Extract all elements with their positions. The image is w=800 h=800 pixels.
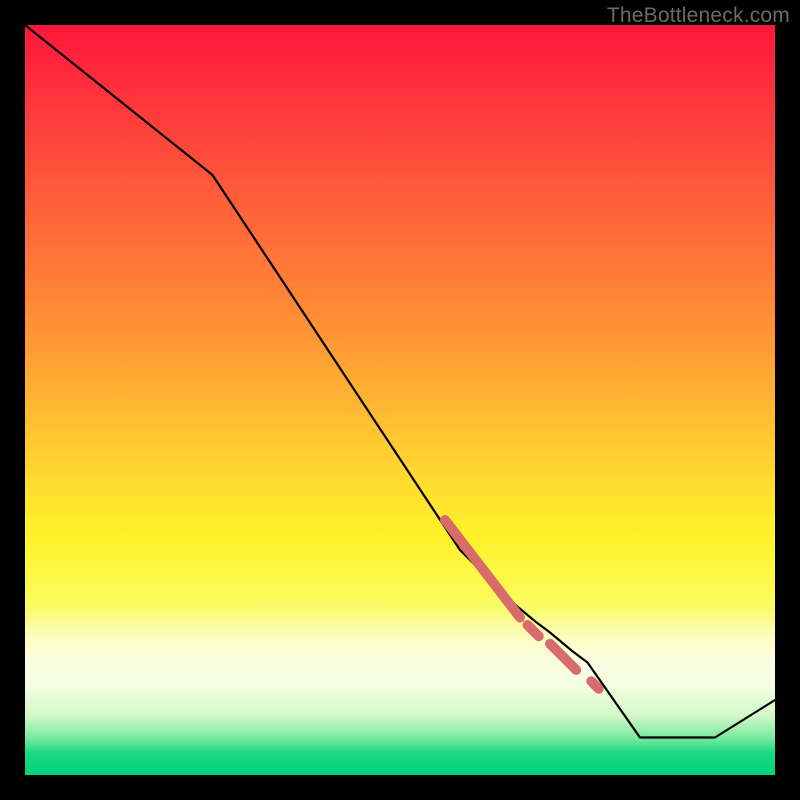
chart-stage: TheBottleneck.com: [0, 0, 800, 800]
highlight-segment: [591, 681, 599, 689]
highlight-segment: [550, 644, 576, 670]
highlight-segment: [445, 520, 520, 618]
main-curve: [25, 25, 775, 738]
plot-area: [25, 25, 775, 775]
curve-layer: [25, 25, 775, 775]
highlight-segment: [528, 625, 539, 636]
watermark-text: TheBottleneck.com: [607, 4, 790, 28]
highlight-segments: [445, 520, 599, 689]
